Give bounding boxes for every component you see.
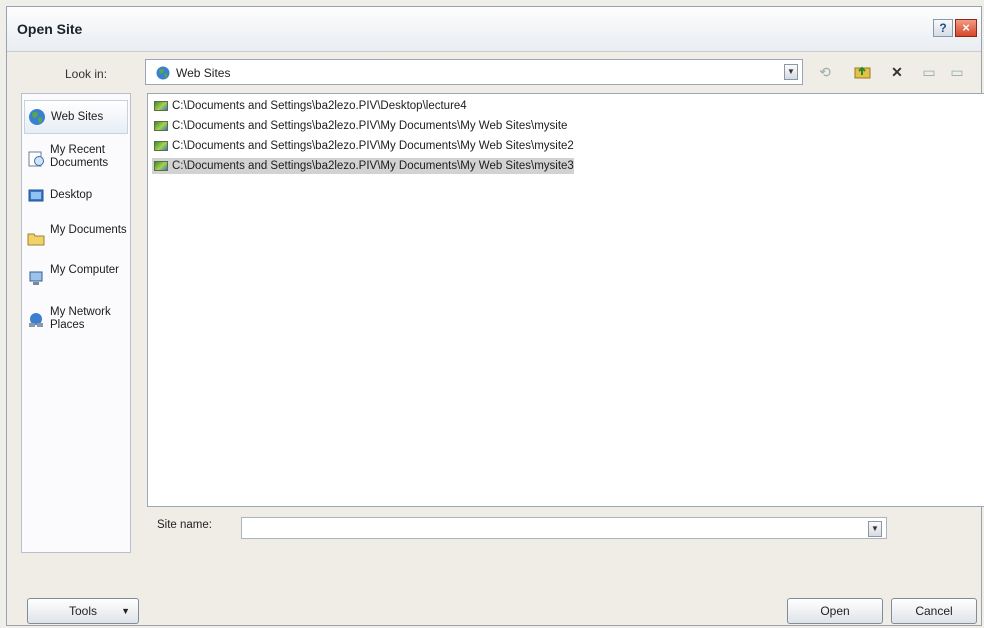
globe-icon: [156, 66, 170, 80]
place-my-computer[interactable]: My Computer: [24, 260, 128, 296]
list-item-selected[interactable]: C:\Documents and Settings\ba2lezo.PIV\My…: [152, 158, 574, 174]
tools-label: Tools: [68, 604, 97, 618]
dialog-title: Open Site: [17, 21, 83, 37]
cancel-button[interactable]: Cancel: [891, 598, 977, 624]
recent-documents-icon: [28, 151, 44, 167]
look-in-value: Web Sites: [176, 66, 231, 80]
look-in-label: Look in:: [65, 67, 108, 81]
file-path: C:\Documents and Settings\ba2lezo.PIV\My…: [172, 160, 574, 172]
place-label: My Documents: [50, 224, 127, 236]
globe-icon: [29, 109, 45, 125]
place-label: Web Sites: [51, 111, 104, 123]
back-icon[interactable]: ⟲: [815, 63, 835, 81]
web-folder-icon: [154, 121, 168, 131]
chevron-down-icon[interactable]: ▼: [784, 64, 798, 80]
open-button[interactable]: Open: [787, 598, 883, 624]
place-desktop[interactable]: Desktop: [24, 184, 128, 208]
dropdown-arrow-icon: ▼: [121, 606, 130, 616]
title-bar: Open Site ? ×: [7, 7, 981, 52]
site-name-label: Site name:: [157, 519, 212, 531]
file-path: C:\Documents and Settings\ba2lezo.PIV\De…: [172, 100, 467, 112]
site-name-input[interactable]: ▼: [241, 517, 887, 539]
close-button[interactable]: ×: [955, 19, 977, 37]
network-places-icon: [29, 313, 43, 327]
up-folder-icon[interactable]: [853, 63, 873, 81]
web-folder-icon: [154, 161, 168, 171]
help-button[interactable]: ?: [933, 19, 953, 37]
place-label: My Computer: [50, 264, 120, 276]
look-in-dropdown[interactable]: Web Sites ▼: [145, 59, 803, 85]
chevron-down-icon[interactable]: ▼: [868, 521, 882, 537]
place-label: My Recent Documents: [50, 144, 109, 169]
place-label: My Network Places: [50, 306, 111, 331]
desktop-icon: [28, 189, 44, 202]
place-label: Desktop: [50, 189, 93, 201]
file-path: C:\Documents and Settings\ba2lezo.PIV\My…: [172, 140, 574, 152]
place-my-documents[interactable]: My Documents: [24, 220, 128, 256]
web-folder-icon: [154, 101, 168, 111]
new-folder-icon[interactable]: ▭: [919, 63, 939, 81]
views-icon[interactable]: ▭: [947, 63, 967, 81]
list-item[interactable]: C:\Documents and Settings\ba2lezo.PIV\My…: [152, 138, 574, 154]
file-path: C:\Documents and Settings\ba2lezo.PIV\My…: [172, 120, 568, 132]
places-bar: Web Sites My Recent Documents Desktop My…: [21, 93, 131, 553]
list-item[interactable]: C:\Documents and Settings\ba2lezo.PIV\My…: [152, 118, 567, 134]
my-documents-icon: [27, 233, 45, 246]
place-web-sites[interactable]: Web Sites: [24, 100, 128, 134]
place-my-network-places[interactable]: My Network Places: [24, 302, 128, 338]
open-site-dialog: Open Site ? × Look in: Web Sites ▼ ⟲ ✕ ▭…: [6, 6, 984, 626]
delete-icon[interactable]: ✕: [887, 63, 907, 81]
file-list[interactable]: C:\Documents and Settings\ba2lezo.PIV\De…: [147, 93, 984, 507]
my-computer-icon: [29, 271, 43, 285]
list-item[interactable]: C:\Documents and Settings\ba2lezo.PIV\De…: [152, 98, 467, 114]
tools-button[interactable]: Tools ▼: [27, 598, 139, 624]
web-folder-icon: [154, 141, 168, 151]
place-my-recent-documents[interactable]: My Recent Documents: [24, 140, 128, 176]
